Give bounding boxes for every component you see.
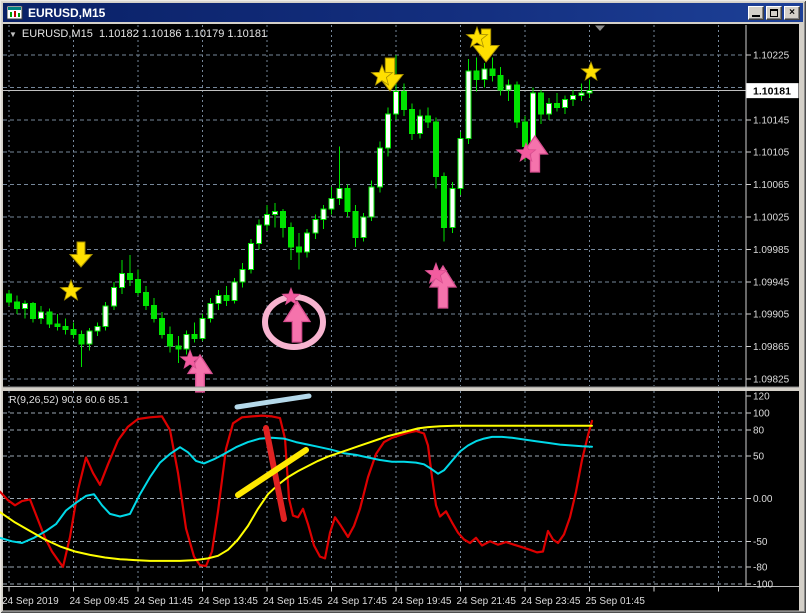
chart-background — [3, 24, 799, 611]
svg-text:24 Sep 2019: 24 Sep 2019 — [2, 596, 59, 607]
svg-text:-100: -100 — [753, 580, 773, 591]
svg-text:24 Sep 11:45: 24 Sep 11:45 — [134, 596, 193, 607]
svg-text:24 Sep 09:45: 24 Sep 09:45 — [70, 596, 130, 607]
svg-text:24 Sep 15:45: 24 Sep 15:45 — [263, 596, 323, 607]
chart-ohlc-text: EURUSD,M15 1.10182 1.10186 1.10179 1.101… — [21, 28, 268, 40]
svg-text:0.00: 0.00 — [753, 494, 773, 505]
panel-splitter[interactable] — [3, 387, 799, 391]
svg-text:24 Sep 21:45: 24 Sep 21:45 — [457, 596, 517, 607]
svg-text:1.09865: 1.09865 — [753, 342, 790, 353]
symbol-dropdown-icon[interactable]: ▼ — [9, 30, 17, 39]
chart-canvas[interactable]: 1.102251.101851.101451.101051.100651.100… — [0, 0, 806, 613]
svg-text:24 Sep 23:45: 24 Sep 23:45 — [521, 596, 581, 607]
svg-text:1.10065: 1.10065 — [753, 180, 790, 191]
indicator-label: R(9,26,52) 90.8 60.6 85.1 — [9, 394, 129, 406]
maximize-icon — [770, 8, 778, 17]
svg-text:1.10145: 1.10145 — [753, 115, 790, 126]
svg-text:1.09825: 1.09825 — [753, 375, 790, 386]
svg-text:100: 100 — [753, 409, 770, 420]
title-bar[interactable]: EURUSD,M15 × — [3, 3, 803, 22]
svg-text:80: 80 — [753, 426, 765, 437]
chart-window: 1.102251.101851.101451.101051.100651.100… — [0, 0, 806, 613]
svg-text:-50: -50 — [753, 537, 768, 548]
svg-text:24 Sep 17:45: 24 Sep 17:45 — [328, 596, 388, 607]
minimize-button[interactable] — [748, 5, 764, 20]
svg-text:50: 50 — [753, 451, 765, 462]
close-icon: × — [789, 6, 795, 18]
minimize-icon — [752, 14, 760, 17]
svg-text:1.09905: 1.09905 — [753, 310, 790, 321]
current-price-value: 1.10181 — [753, 85, 791, 97]
maximize-button[interactable] — [766, 5, 782, 20]
window-title: EURUSD,M15 — [28, 5, 106, 20]
svg-text:1.10025: 1.10025 — [753, 213, 790, 224]
svg-text:24 Sep 13:45: 24 Sep 13:45 — [199, 596, 259, 607]
svg-text:120: 120 — [753, 391, 770, 402]
svg-text:1.10105: 1.10105 — [753, 148, 790, 159]
svg-text:-80: -80 — [753, 562, 768, 573]
svg-text:24 Sep 19:45: 24 Sep 19:45 — [392, 596, 452, 607]
svg-text:1.09985: 1.09985 — [753, 245, 790, 256]
svg-text:1.10225: 1.10225 — [753, 51, 790, 62]
window-controls: × — [748, 5, 800, 20]
svg-text:1.09945: 1.09945 — [753, 277, 790, 288]
chart-header[interactable]: ▼ EURUSD,M15 1.10182 1.10186 1.10179 1.1… — [9, 28, 267, 40]
close-button[interactable]: × — [784, 5, 800, 20]
svg-text:25 Sep 01:45: 25 Sep 01:45 — [586, 596, 646, 607]
app-icon[interactable] — [7, 5, 23, 20]
